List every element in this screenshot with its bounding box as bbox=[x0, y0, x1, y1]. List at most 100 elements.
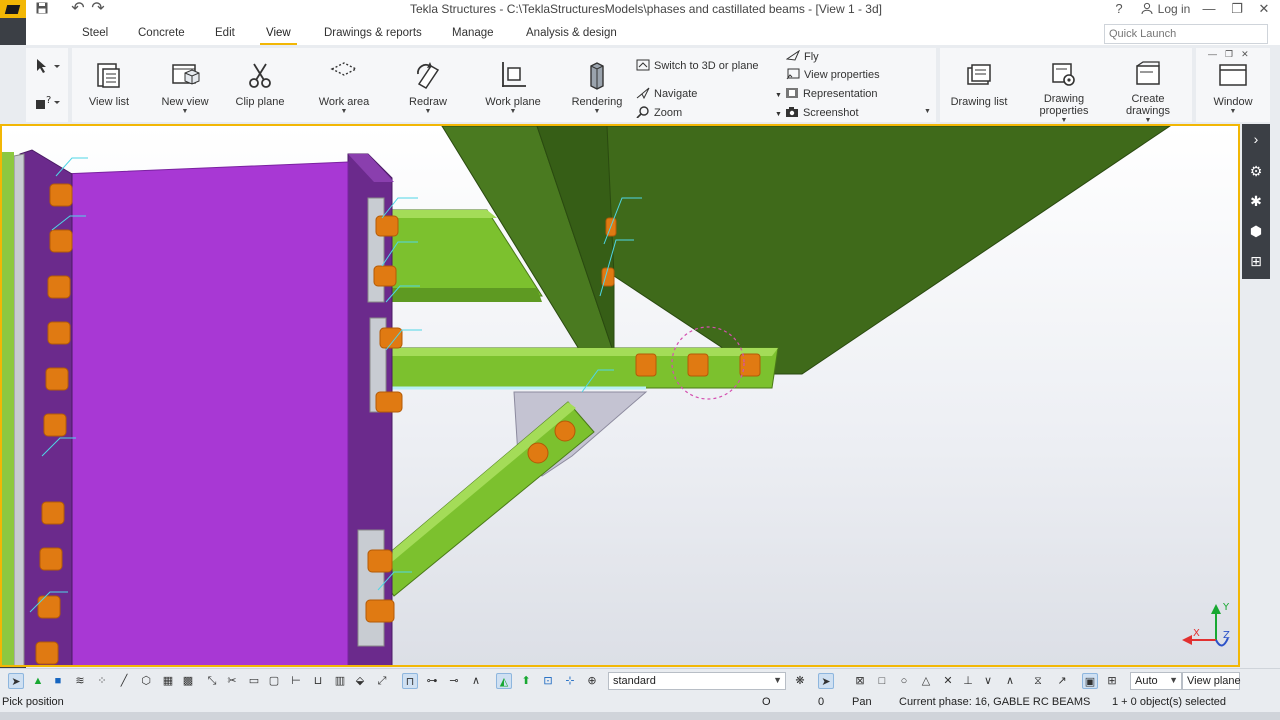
tab-view[interactable]: View bbox=[260, 27, 297, 45]
selection-switch-icon[interactable]: ➤ bbox=[818, 673, 834, 689]
representation-button[interactable]: ▼ Representation bbox=[775, 86, 878, 102]
chevron-down-icon[interactable]: ▼ bbox=[775, 92, 782, 99]
restore-button[interactable]: ❐ bbox=[1228, 0, 1246, 18]
close-button[interactable]: ✕ bbox=[1255, 0, 1273, 18]
snap-orthogonal-icon[interactable]: ↗ bbox=[1054, 673, 1070, 689]
login-link[interactable]: Log in bbox=[1157, 0, 1191, 18]
rendering-button[interactable]: Rendering ▼ bbox=[568, 60, 626, 116]
redo-icon[interactable]: ↷ bbox=[89, 0, 107, 18]
properties-icon[interactable]: ⚙ bbox=[1247, 162, 1265, 180]
clip-plane-button[interactable]: Clip plane bbox=[234, 60, 286, 108]
snap-centers-icon[interactable]: ⊡ bbox=[540, 673, 556, 689]
drawing-properties-button[interactable]: Drawing properties ▼ bbox=[1036, 60, 1092, 125]
select-grid-lines-icon[interactable]: ▩ bbox=[180, 673, 196, 689]
window-button[interactable]: Window ▼ bbox=[1206, 60, 1260, 116]
panel-expand-icon[interactable]: ▼ bbox=[924, 108, 931, 115]
help-icon[interactable]: ? bbox=[1112, 0, 1126, 18]
chevron-down-icon[interactable]: ▼ bbox=[404, 108, 452, 116]
work-plane-button[interactable]: Work plane ▼ bbox=[482, 60, 544, 116]
model-view-3d[interactable]: Y X Z bbox=[0, 124, 1240, 667]
snap-intersection-icon[interactable]: △ bbox=[918, 673, 934, 689]
filter-settings-icon[interactable]: ❋ bbox=[792, 673, 808, 689]
select-tasks-icon[interactable]: ▥ bbox=[332, 673, 348, 689]
select-arrow-icon[interactable] bbox=[35, 58, 61, 74]
tab-manage[interactable]: Manage bbox=[452, 27, 494, 39]
select-assembly-icon[interactable]: ⤡ bbox=[204, 673, 220, 689]
snap-line-end-icon[interactable]: ⊥ bbox=[960, 673, 976, 689]
snap-line-extension-icon[interactable]: ∧ bbox=[468, 673, 484, 689]
select-all-icon[interactable]: ➤ bbox=[8, 673, 24, 689]
snap-nearest-icon[interactable]: ⊸ bbox=[446, 673, 462, 689]
snap-points-icon[interactable]: ◭ bbox=[496, 673, 512, 689]
select-cuts-icon[interactable]: ✂ bbox=[224, 673, 240, 689]
bolt[interactable] bbox=[554, 420, 576, 442]
select-parts-icon[interactable]: ▲ bbox=[30, 673, 46, 689]
applications-icon[interactable]: ⊞ bbox=[1247, 252, 1265, 270]
zoom-button[interactable]: Zoom bbox=[636, 105, 682, 121]
chevron-down-icon[interactable]: ▼ bbox=[775, 111, 782, 118]
undo-icon[interactable]: ↶ bbox=[69, 0, 87, 18]
tab-edit[interactable]: Edit bbox=[215, 27, 235, 39]
tab-steel[interactable]: Steel bbox=[82, 27, 108, 39]
select-grid-icon[interactable]: ▦ bbox=[160, 673, 176, 689]
tab-analysis-design[interactable]: Analysis & design bbox=[526, 27, 617, 39]
snap-planes-icon[interactable]: ⬆ bbox=[518, 673, 534, 689]
fly-button[interactable]: Fly bbox=[786, 49, 819, 65]
snap-end-point-icon[interactable]: ⊠ bbox=[852, 673, 868, 689]
view-list-button[interactable]: View list bbox=[86, 60, 132, 108]
chevron-down-icon[interactable]: ▼ bbox=[160, 108, 210, 116]
snap-mode-dropdown[interactable]: Auto ▼ bbox=[1130, 672, 1182, 690]
beam-bolt-group[interactable] bbox=[635, 353, 761, 377]
bolt[interactable] bbox=[527, 442, 549, 464]
snap-search-icon[interactable]: ⊕ bbox=[584, 673, 600, 689]
snap-reference-lines-icon[interactable]: ⊓ bbox=[402, 673, 418, 689]
snap-circle-center-icon[interactable]: ○ bbox=[896, 673, 912, 689]
snap-point-icon[interactable]: ▣ bbox=[1082, 673, 1098, 689]
column-web[interactable] bbox=[61, 161, 349, 665]
save-icon[interactable] bbox=[33, 0, 51, 18]
snap-geometry-lines-icon[interactable]: ⊶ bbox=[424, 673, 440, 689]
snap-override-icon[interactable]: ⧖ bbox=[1030, 673, 1046, 689]
select-components-icon[interactable]: ⊔ bbox=[310, 673, 326, 689]
settings-icon[interactable]: ✱ bbox=[1247, 192, 1265, 210]
select-views-icon[interactable]: ▭ bbox=[246, 673, 262, 689]
model-drawing[interactable]: Y X Z bbox=[2, 126, 1238, 665]
column-left-flange[interactable] bbox=[19, 149, 73, 665]
minimize-button[interactable]: — bbox=[1200, 0, 1218, 18]
select-objects-in-components-icon[interactable]: ⤢ bbox=[374, 673, 390, 689]
tab-concrete[interactable]: Concrete bbox=[138, 27, 185, 39]
select-line-icon[interactable]: ╱ bbox=[116, 673, 132, 689]
quick-launch-input[interactable] bbox=[1104, 24, 1268, 44]
create-drawings-button[interactable]: Create drawings ▼ bbox=[1120, 60, 1176, 125]
select-bolts-icon[interactable]: ⁘ bbox=[94, 673, 110, 689]
snap-grid-icon[interactable]: ⊞ bbox=[1104, 673, 1120, 689]
redraw-button[interactable]: Redraw ▼ bbox=[404, 60, 452, 116]
select-surface-icon[interactable]: ■ bbox=[50, 673, 66, 689]
select-reference-icon[interactable]: ▢ bbox=[266, 673, 282, 689]
select-surface-treatment-icon[interactable]: ⬙ bbox=[352, 673, 368, 689]
chevron-down-icon[interactable]: ▼ bbox=[568, 108, 626, 116]
select-points-icon[interactable]: ⊢ bbox=[288, 673, 304, 689]
query-icon[interactable]: ? bbox=[35, 94, 61, 110]
status-current-phase[interactable]: Current phase: 16, GABLE RC BEAMS bbox=[899, 696, 1090, 708]
new-view-button[interactable]: New view ▼ bbox=[160, 60, 210, 116]
navigate-button[interactable]: Navigate bbox=[636, 86, 697, 102]
screenshot-button[interactable]: ▼ Screenshot bbox=[775, 105, 859, 121]
select-object-icon[interactable]: ⬡ bbox=[138, 673, 154, 689]
selection-filter-dropdown[interactable]: standard ▼ bbox=[608, 672, 786, 690]
chevron-down-icon[interactable]: ▼ bbox=[1206, 108, 1260, 116]
snap-mid-point-icon[interactable]: □ bbox=[874, 673, 890, 689]
plane-mode-dropdown[interactable]: View plane bbox=[1182, 672, 1241, 690]
chevron-down-icon[interactable]: ▼ bbox=[316, 108, 372, 116]
switch-3d-plane-button[interactable]: Switch to 3D or plane bbox=[636, 58, 759, 74]
snap-free-icon[interactable]: ⊹ bbox=[562, 673, 578, 689]
tab-drawings-reports[interactable]: Drawings & reports bbox=[324, 27, 422, 39]
snap-any-icon[interactable]: ∧ bbox=[1002, 673, 1018, 689]
select-welds-icon[interactable]: ≋ bbox=[72, 673, 88, 689]
snap-extension-icon[interactable]: ∨ bbox=[980, 673, 996, 689]
work-area-button[interactable]: Work area ▼ bbox=[316, 60, 372, 116]
cube-icon[interactable]: ⬢ bbox=[1247, 222, 1265, 240]
snap-perpendicular-icon[interactable]: ✕ bbox=[940, 673, 956, 689]
view-properties-button[interactable]: View properties bbox=[786, 67, 880, 83]
chevron-down-icon[interactable]: ▼ bbox=[482, 108, 544, 116]
